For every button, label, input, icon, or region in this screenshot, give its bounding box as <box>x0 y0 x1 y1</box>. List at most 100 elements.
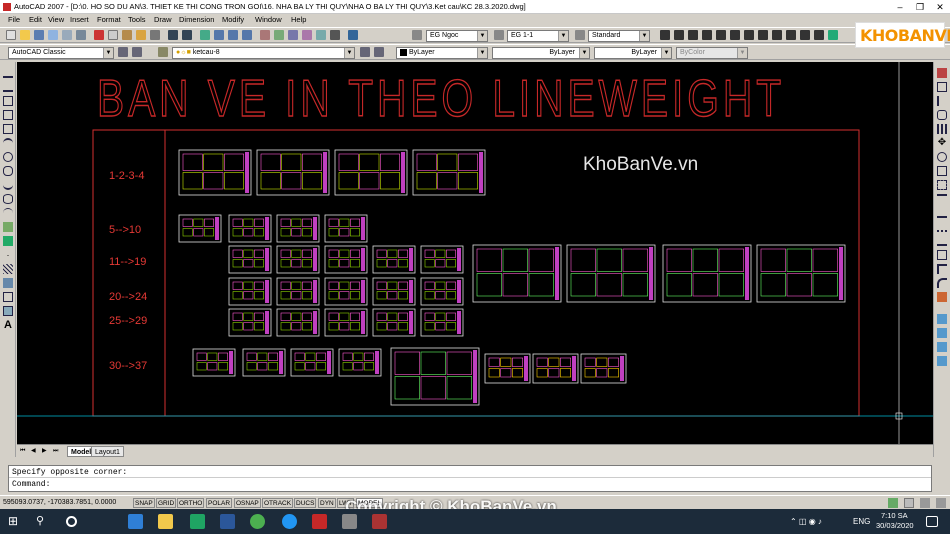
cut-icon[interactable] <box>94 30 104 40</box>
menu-tools[interactable]: Tools <box>128 15 146 24</box>
language-indicator[interactable]: ENG <box>853 517 870 526</box>
pan-icon[interactable] <box>200 30 210 40</box>
menu-format[interactable]: Format <box>97 15 121 24</box>
new-icon[interactable] <box>6 30 16 40</box>
properties-icon[interactable] <box>260 30 270 40</box>
make-current-layer-icon[interactable] <box>360 47 370 57</box>
command-history[interactable]: Specify opposite corner: Command: <box>8 465 932 492</box>
coordinate-readout[interactable]: 595093.0737, -170383.7851, 0.0000 <box>3 499 116 506</box>
copy-object-icon[interactable] <box>937 82 947 92</box>
plot-icon[interactable] <box>48 30 58 40</box>
aligned-dim-icon[interactable] <box>674 30 684 40</box>
text-style-select[interactable]: EG Ngoc ▼ <box>426 30 488 42</box>
tolerance-icon[interactable] <box>814 30 824 40</box>
tool-palettes-icon[interactable] <box>288 30 298 40</box>
drawing-canvas[interactable]: BAN VE IN THEO LINEWEIGHT 1-2-3-4 5-->10… <box>17 62 933 444</box>
search-icon[interactable]: ⚲ <box>36 514 51 529</box>
tab-next-icon[interactable]: ▶ <box>39 446 50 457</box>
clock-date[interactable]: 30/03/2020 <box>876 521 914 530</box>
continue-dim-icon[interactable] <box>800 30 810 40</box>
pdf-task-icon[interactable] <box>372 514 387 529</box>
ducs-toggle[interactable]: DUCS <box>294 498 317 508</box>
polyline-icon[interactable] <box>3 96 13 106</box>
multiline-text-icon[interactable]: A <box>3 320 13 331</box>
autocad-task-icon[interactable] <box>312 514 327 529</box>
offset-icon[interactable] <box>937 110 947 120</box>
chamfer-icon[interactable] <box>937 264 947 274</box>
autocad-app-icon[interactable] <box>3 3 11 11</box>
color-select[interactable]: ByLayer ▼ <box>396 47 488 59</box>
zoom-window-icon[interactable] <box>228 30 238 40</box>
paste-icon[interactable] <box>122 30 132 40</box>
menu-draw[interactable]: Draw <box>154 15 172 24</box>
erase-icon[interactable] <box>937 68 947 78</box>
calculator-icon[interactable] <box>330 30 340 40</box>
jogged-dim-icon[interactable] <box>730 30 740 40</box>
baseline-dim-icon[interactable] <box>786 30 796 40</box>
construction-line-icon[interactable] <box>3 82 13 92</box>
tab-first-icon[interactable]: ⏮ <box>17 446 28 457</box>
menu-insert[interactable]: Insert <box>70 15 89 24</box>
scale-icon[interactable] <box>937 166 947 176</box>
command-input[interactable]: Command: <box>9 477 931 489</box>
polygon-icon[interactable] <box>3 110 13 120</box>
menu-edit[interactable]: Edit <box>29 15 42 24</box>
circle-icon[interactable] <box>3 152 13 162</box>
ortho-toggle[interactable]: ORTHO <box>177 498 205 508</box>
move-icon[interactable]: ✥ <box>937 138 947 148</box>
undo-icon[interactable] <box>168 30 178 40</box>
chrome-icon[interactable] <box>250 514 265 529</box>
osnap-toggle[interactable]: OSNAP <box>234 498 261 508</box>
tab-layout1[interactable]: Layout1 <box>91 446 124 457</box>
point-icon[interactable]: · <box>3 250 13 260</box>
notification-icon[interactable] <box>926 516 938 527</box>
status-tray-icon[interactable] <box>920 498 930 508</box>
fillet-icon[interactable] <box>937 278 947 288</box>
table-icon[interactable] <box>3 306 13 316</box>
ordinate-dim-icon[interactable] <box>702 30 712 40</box>
array-icon[interactable] <box>937 124 947 134</box>
revision-cloud-icon[interactable] <box>3 166 13 176</box>
mirror-icon[interactable] <box>937 96 947 106</box>
polar-toggle[interactable]: POLAR <box>206 498 233 508</box>
restore-button[interactable]: ❐ <box>910 0 930 14</box>
extend-icon[interactable] <box>937 208 947 218</box>
hatch-icon[interactable] <box>3 264 13 274</box>
dyn-toggle[interactable]: DYN <box>318 498 336 508</box>
menu-window[interactable]: Window <box>255 15 282 24</box>
angular-dim-icon[interactable] <box>758 30 768 40</box>
workspace-save-icon[interactable] <box>132 47 142 57</box>
spline-icon[interactable] <box>3 180 13 190</box>
design-center-icon[interactable] <box>274 30 284 40</box>
arc-icon[interactable] <box>3 138 13 148</box>
match-properties-icon[interactable] <box>136 30 146 40</box>
break-icon[interactable] <box>937 236 947 246</box>
join-icon[interactable] <box>937 250 947 260</box>
quick-dim-icon[interactable] <box>772 30 782 40</box>
help-icon[interactable] <box>348 30 358 40</box>
zoom-realtime-icon[interactable] <box>214 30 224 40</box>
menu-view[interactable]: View <box>48 15 64 24</box>
snap-toggle[interactable]: SNAP <box>133 498 155 508</box>
layer-manager-icon[interactable] <box>158 47 168 57</box>
region-icon[interactable] <box>3 292 13 302</box>
redo-icon[interactable] <box>182 30 192 40</box>
preview-icon[interactable] <box>62 30 72 40</box>
line-icon[interactable] <box>3 68 13 78</box>
app-task-icon[interactable] <box>342 514 357 529</box>
lock-icon[interactable] <box>904 498 914 508</box>
trim-icon[interactable] <box>937 194 947 204</box>
menu-dimension[interactable]: Dimension <box>179 15 214 24</box>
explode-icon[interactable] <box>937 292 947 302</box>
clock-time[interactable]: 7:10 SA <box>881 511 908 520</box>
tab-prev-icon[interactable]: ◀ <box>28 446 39 457</box>
file-explorer-icon[interactable] <box>158 514 173 529</box>
excel-icon[interactable] <box>190 514 205 529</box>
layer-previous-icon[interactable] <box>374 47 384 57</box>
tab-last-icon[interactable]: ⏭ <box>50 446 61 457</box>
zalo-icon[interactable] <box>282 514 297 529</box>
otrack-toggle[interactable]: OTRACK <box>262 498 294 508</box>
break-at-point-icon[interactable] <box>937 222 947 232</box>
block-editor-icon[interactable] <box>150 30 160 40</box>
diameter-dim-icon[interactable] <box>744 30 754 40</box>
